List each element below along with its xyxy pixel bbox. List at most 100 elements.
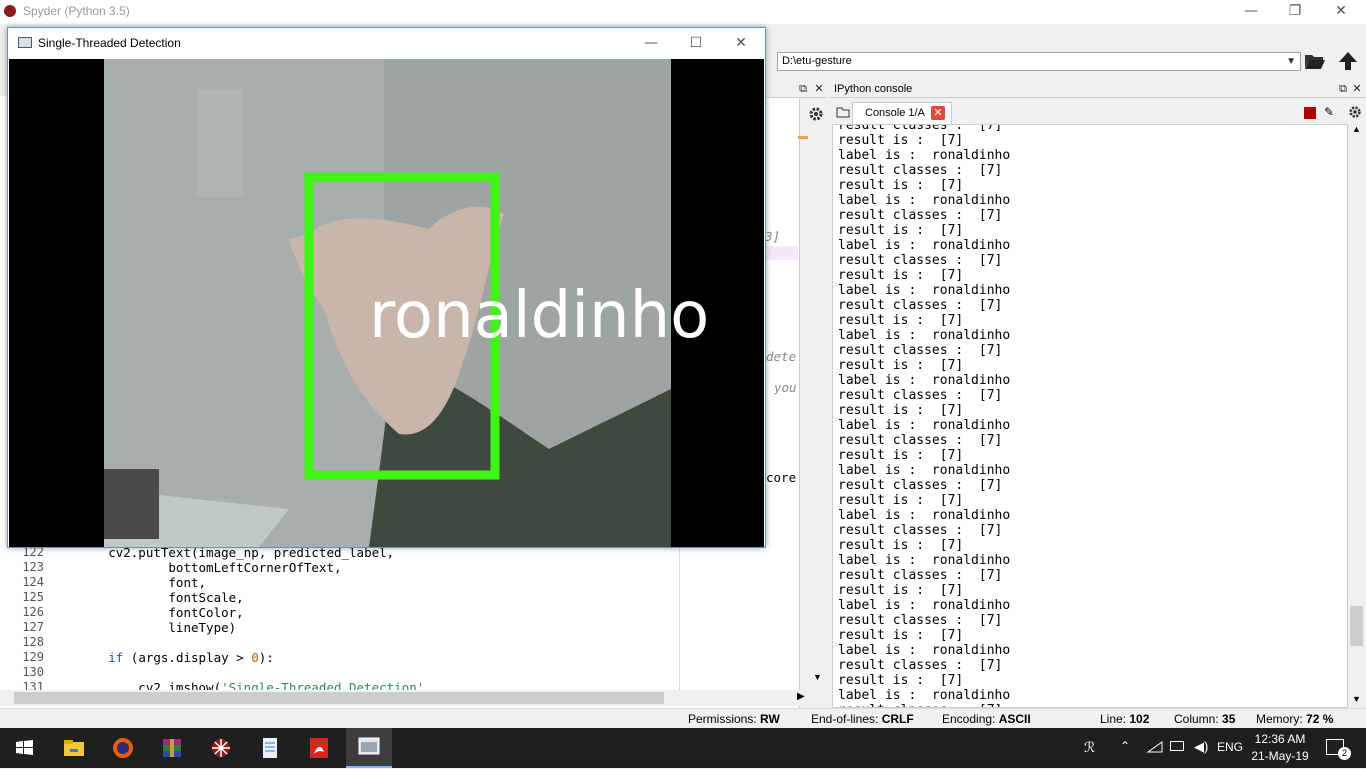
code-keyword: if: [108, 650, 124, 665]
console-output-line: label is : ronaldinho: [838, 598, 1011, 613]
encoding-status: Encoding: ASCII: [942, 712, 1031, 726]
input-language[interactable]: ENG: [1217, 740, 1243, 754]
console-options-button[interactable]: [1348, 105, 1364, 121]
code-line: font,: [48, 575, 207, 590]
chevron-up-icon[interactable]: ⌃: [1120, 739, 1130, 753]
undock-icon[interactable]: ⧉: [1336, 80, 1350, 98]
folder-open-icon: [1305, 55, 1325, 69]
editor-options-button[interactable]: [808, 106, 824, 122]
spyder-minimize-button[interactable]: —: [1236, 2, 1266, 20]
ipython-console-pane: IPython console ⧉ ✕ Console 1/A ✕ ✎ resu…: [830, 80, 1366, 708]
console-output-line: result classes : [7]: [838, 124, 1003, 133]
console-output-line: label is : ronaldinho: [838, 193, 1011, 208]
detection-maximize-button[interactable]: ☐: [681, 34, 711, 52]
console-tab-bar: Console 1/A ✕ ✎: [830, 102, 1366, 124]
console-output-line: result is : [7]: [838, 673, 964, 688]
console-output-line: result classes : [7]: [838, 298, 1003, 313]
editor-horizontal-scrollbar[interactable]: ▶: [0, 690, 810, 706]
scroll-right-icon[interactable]: ▶: [797, 691, 805, 702]
line-number: 130: [22, 665, 44, 679]
notifications-icon[interactable]: 2: [1326, 739, 1351, 760]
console-output-line: label is : ronaldinho: [838, 463, 1011, 478]
spyder-titlebar: Spyder (Python 3.5) — ❐ ✕: [0, 0, 1366, 24]
line-status: Line: 102: [1100, 712, 1150, 726]
console-tab-label: Console 1/A: [865, 107, 925, 119]
winrar-icon[interactable]: [156, 732, 188, 764]
browse-folder-button[interactable]: [1304, 50, 1326, 72]
scroll-down-icon[interactable]: ▼: [813, 672, 822, 682]
console-output-line: result classes : [7]: [838, 253, 1003, 268]
console-output-line: result classes : [7]: [838, 433, 1003, 448]
close-pane-icon[interactable]: ✕: [1350, 80, 1364, 98]
spyder-restore-button[interactable]: ❐: [1280, 2, 1310, 20]
editor-vertical-scrollbar[interactable]: ▼: [810, 124, 826, 690]
gear-icon: [1349, 106, 1361, 118]
console-output-line: result is : [7]: [838, 403, 964, 418]
warning-marker: [798, 136, 808, 139]
console-output-line: label is : ronaldinho: [838, 643, 1011, 658]
console-output-line: result is : [7]: [838, 493, 964, 508]
undock-icon[interactable]: ⧉: [796, 80, 810, 98]
spyder-icon[interactable]: [205, 732, 237, 764]
wifi-icon[interactable]: [1146, 738, 1164, 756]
console-output-line: result classes : [7]: [838, 388, 1003, 403]
console-output-line: result is : [7]: [838, 268, 964, 283]
console-output-line: label is : ronaldinho: [838, 373, 1011, 388]
console-output-line: result is : [7]: [838, 178, 964, 193]
working-directory-path: D:\etu-gesture: [782, 55, 852, 67]
code-fragment: you: [774, 380, 797, 395]
detection-minimize-button[interactable]: —: [636, 34, 666, 52]
scrollbar-thumb[interactable]: [1350, 606, 1363, 646]
eol-status: End-of-lines: CRLF: [811, 712, 914, 726]
eraser-icon[interactable]: ✎: [1324, 105, 1334, 119]
clock[interactable]: 12:36 AM 21-May-19: [1248, 731, 1312, 765]
close-tab-icon[interactable]: ✕: [931, 106, 945, 120]
window-app-icon: [18, 37, 32, 48]
detection-window-taskbar-icon[interactable]: [346, 728, 392, 768]
acrobat-icon[interactable]: [303, 732, 335, 764]
detection-window-titlebar[interactable]: Single-Threaded Detection — ☐ ✕: [8, 28, 765, 58]
code-fragment: dete: [766, 349, 797, 364]
gear-icon: [809, 107, 823, 121]
code-line: bottomLeftCornerOfText,: [48, 560, 342, 575]
detection-window[interactable]: Single-Threaded Detection — ☐ ✕ ronaldin…: [7, 27, 766, 548]
line-number: 127: [22, 620, 44, 634]
stop-icon[interactable]: [1304, 107, 1316, 119]
spyder-close-button[interactable]: ✕: [1326, 2, 1356, 20]
console-output[interactable]: result classes : [7] result is : [7] label…: [832, 124, 1348, 708]
scroll-up-icon[interactable]: ▲: [1352, 124, 1361, 134]
windows-start-icon[interactable]: [8, 732, 40, 764]
detection-video-frame: ronaldinho: [9, 59, 764, 547]
notepad-icon[interactable]: [254, 732, 286, 764]
console-output-line: result is : [7]: [838, 223, 964, 238]
tab-console-1a[interactable]: Console 1/A ✕: [852, 102, 952, 124]
browse-tabs-button[interactable]: [836, 105, 850, 119]
console-vertical-scrollbar[interactable]: ▲ ▼: [1348, 124, 1366, 708]
line-number: 124: [22, 575, 44, 589]
status-bar: Permissions: RW End-of-lines: CRLF Encod…: [0, 708, 1366, 728]
chevron-down-icon: ▼: [1286, 56, 1296, 67]
detection-label-overlay: ronaldinho: [369, 279, 709, 353]
console-output-line: result is : [7]: [838, 448, 964, 463]
code-view[interactable]: 122 cv2.putText(image_np, predicted_labe…: [0, 545, 800, 695]
console-output-line: label is : ronaldinho: [838, 328, 1011, 343]
volume-icon[interactable]: ◀): [1194, 739, 1208, 755]
scroll-down-icon[interactable]: ▼: [1352, 694, 1361, 704]
close-pane-icon[interactable]: ✕: [812, 80, 826, 98]
people-icon[interactable]: ℛ: [1084, 739, 1095, 756]
scrollbar-thumb[interactable]: [14, 692, 664, 704]
console-output-line: result is : [7]: [838, 313, 964, 328]
file-explorer-icon[interactable]: [58, 732, 90, 764]
console-output-line: label is : ronaldinho: [838, 553, 1011, 568]
webcam-image: ronaldinho: [9, 59, 764, 547]
firefox-icon[interactable]: [107, 732, 139, 764]
detection-close-button[interactable]: ✕: [726, 34, 756, 52]
battery-icon[interactable]: [1170, 741, 1184, 751]
spyder-app-icon: [4, 5, 16, 17]
column-status: Column: 35: [1174, 712, 1236, 726]
working-directory-combo[interactable]: D:\etu-gesture ▼: [777, 52, 1301, 71]
console-output-line: result classes : [7]: [838, 343, 1003, 358]
clock-date: 21-May-19: [1251, 749, 1309, 763]
console-output-line: label is : ronaldinho: [838, 688, 1011, 703]
parent-directory-button[interactable]: [1337, 50, 1359, 72]
